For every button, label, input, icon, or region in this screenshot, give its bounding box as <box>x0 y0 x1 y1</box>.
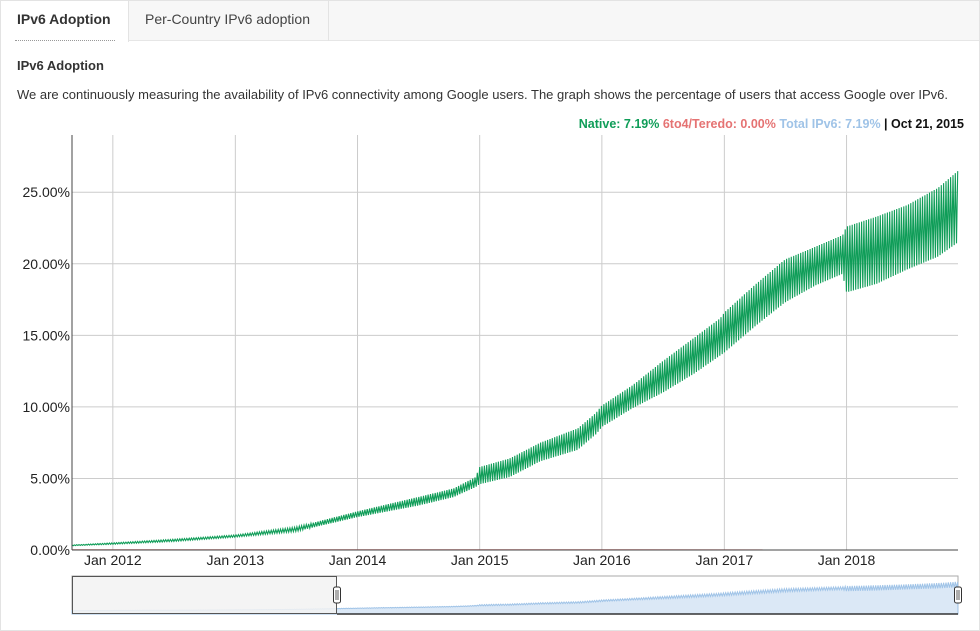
y-tick-label: 25.00% <box>23 184 70 200</box>
navigator-left-handle[interactable] <box>333 586 341 604</box>
y-tick-label: 5.00% <box>30 470 70 486</box>
navigator-right-handle[interactable] <box>954 586 962 604</box>
x-tick-label: Jan 2016 <box>573 552 631 568</box>
x-tick-label: Jan 2017 <box>696 552 754 568</box>
ipv6-chart: 0.00% 5.00% 10.00% 15.00% 20.00% 25.00% Jan 20… <box>23 135 962 615</box>
x-tick-label: Jan 2013 <box>207 552 265 568</box>
y-tick-label: 20.00% <box>23 256 70 272</box>
chart-tick-labels: 0.00% 5.00% 10.00% 15.00% 20.00% 25.00% Jan 20… <box>23 184 876 568</box>
y-tick-label: 15.00% <box>23 327 70 343</box>
range-navigator <box>71 575 962 615</box>
navigator-unselected-range <box>72 576 337 614</box>
x-tick-label: Jan 2015 <box>451 552 509 568</box>
x-tick-label: Jan 2014 <box>329 552 387 568</box>
chart-axes <box>71 135 958 551</box>
x-tick-label: Jan 2018 <box>818 552 876 568</box>
chart-series <box>71 171 959 551</box>
y-tick-label: 10.00% <box>23 399 70 415</box>
chart-grid <box>72 135 958 550</box>
y-tick-label: 0.00% <box>30 542 70 558</box>
x-tick-label: Jan 2012 <box>84 552 142 568</box>
series-native-line <box>71 171 959 547</box>
